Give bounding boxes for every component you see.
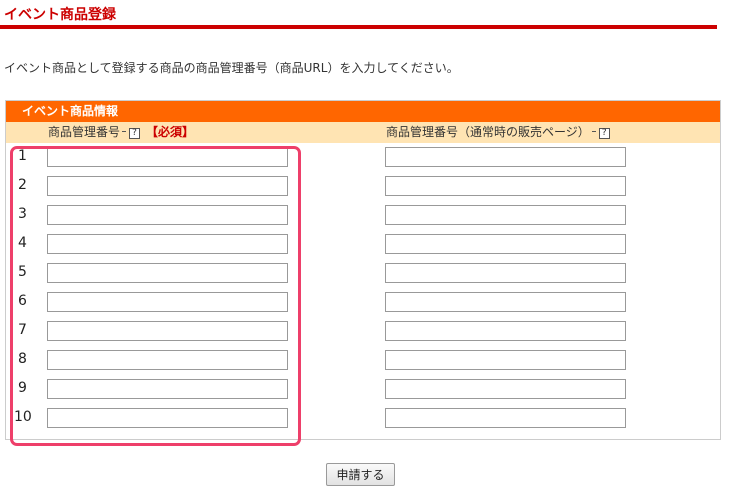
product-id-input[interactable] — [47, 205, 288, 225]
column-header-product-id-label: 商品管理番号 — [48, 125, 121, 139]
row-number: 6 — [18, 293, 27, 309]
row-number: 10 — [14, 409, 32, 425]
product-id-input[interactable] — [47, 147, 288, 167]
required-badge: 【必須】 — [146, 125, 195, 139]
product-id-input[interactable] — [47, 321, 288, 341]
product-id-input[interactable] — [47, 350, 288, 370]
table-row: 7 — [6, 317, 720, 346]
help-icon[interactable]: ? — [129, 128, 141, 139]
table-row: 10 — [6, 404, 720, 433]
normal-page-id-input[interactable] — [385, 263, 626, 283]
row-number: 9 — [18, 380, 27, 396]
dash-icon — [122, 131, 127, 132]
table-row: 6 — [6, 288, 720, 317]
normal-page-id-input[interactable] — [385, 350, 626, 370]
table-row: 8 — [6, 346, 720, 375]
row-number: 5 — [18, 264, 27, 280]
row-number: 2 — [18, 177, 27, 193]
normal-page-id-input[interactable] — [385, 379, 626, 399]
table-row: 4 — [6, 230, 720, 259]
normal-page-id-input[interactable] — [385, 147, 626, 167]
product-id-input[interactable] — [47, 263, 288, 283]
normal-page-id-input[interactable] — [385, 408, 626, 428]
table-row: 2 — [6, 172, 720, 201]
normal-page-id-input[interactable] — [385, 321, 626, 341]
page-title: イベント商品登録 — [4, 7, 116, 23]
submit-button[interactable]: 申請する — [326, 463, 395, 486]
column-header-normal-page-id: 商品管理番号（通常時の販売ページ）? — [386, 122, 610, 143]
normal-page-id-input[interactable] — [385, 176, 626, 196]
table-row: 3 — [6, 201, 720, 230]
dash-icon — [591, 131, 596, 132]
row-number: 1 — [18, 148, 27, 164]
panel-title: イベント商品情報 — [6, 101, 720, 122]
product-id-input[interactable] — [47, 176, 288, 196]
row-number: 7 — [18, 322, 27, 338]
normal-page-id-input[interactable] — [385, 292, 626, 312]
input-rows: 1 2 3 4 5 6 7 8 9 10 — [6, 143, 720, 433]
product-id-input[interactable] — [47, 292, 288, 312]
column-header-product-id: 商品管理番号? 【必須】 — [48, 122, 194, 143]
row-number: 8 — [18, 351, 27, 367]
intro-text: イベント商品として登録する商品の商品管理番号（商品URL）を入力してください。 — [4, 61, 459, 75]
help-icon[interactable]: ? — [598, 128, 610, 139]
product-id-input[interactable] — [47, 379, 288, 399]
event-product-panel: イベント商品情報 商品管理番号? 【必須】 商品管理番号（通常時の販売ページ）? … — [5, 100, 721, 440]
table-row: 9 — [6, 375, 720, 404]
product-id-input[interactable] — [47, 408, 288, 428]
title-divider — [0, 25, 717, 29]
table-row: 5 — [6, 259, 720, 288]
normal-page-id-input[interactable] — [385, 205, 626, 225]
row-number: 3 — [18, 206, 27, 222]
normal-page-id-input[interactable] — [385, 234, 626, 254]
product-id-input[interactable] — [47, 234, 288, 254]
column-header-normal-page-label: 商品管理番号（通常時の販売ページ） — [386, 125, 590, 139]
column-header-row: 商品管理番号? 【必須】 商品管理番号（通常時の販売ページ）? — [6, 122, 720, 143]
row-number: 4 — [18, 235, 27, 251]
table-row: 1 — [6, 143, 720, 172]
